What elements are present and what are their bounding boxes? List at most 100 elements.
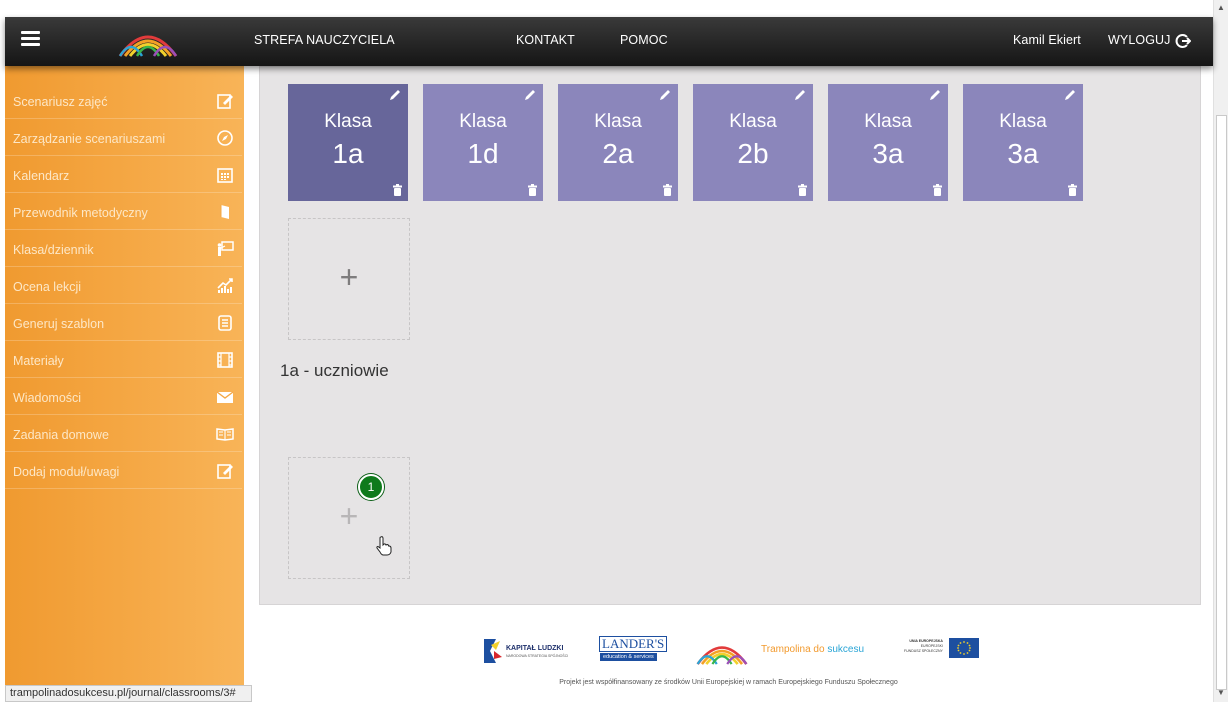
hand-pointer-cursor-icon	[376, 536, 392, 556]
scroll-up-arrow-icon[interactable]: ▲	[1217, 3, 1225, 12]
step-number-badge: 1	[358, 474, 384, 500]
sidebar-item-wiadomosci[interactable]: Wiadomości	[5, 378, 242, 415]
class-tile-label: Klasa	[999, 111, 1047, 132]
trampolina-logo[interactable]	[117, 24, 179, 58]
edit-icon	[217, 94, 233, 109]
trampolina-text-part2: sukcesu	[827, 644, 865, 655]
trampolina-text: Trampolina do sukcesu	[761, 644, 864, 655]
chart-icon	[217, 278, 233, 293]
sidebar-item-generuj[interactable]: Generuj szablon	[5, 304, 242, 341]
sidebar-item-label: Generuj szablon	[13, 317, 105, 331]
logout-icon[interactable]	[1175, 33, 1191, 49]
contact-link[interactable]: KONTAKT	[516, 33, 575, 47]
browser-status-url: trampolinadosukcesu.pl/journal/classroom…	[5, 685, 252, 702]
sidebar-item-klasa-dziennik[interactable]: Klasa/dziennik	[5, 230, 242, 267]
class-tile-2a[interactable]: Klasa 2a	[558, 84, 678, 201]
add-class-button[interactable]: +	[288, 218, 410, 340]
trampolina-text-part1: Trampolina do	[761, 644, 825, 655]
eu-flag-icon	[949, 638, 979, 658]
class-tile-2b[interactable]: Klasa 2b	[693, 84, 813, 201]
edit-pencil-icon[interactable]	[658, 88, 672, 102]
trash-icon[interactable]	[933, 184, 942, 196]
class-tile-code: 3a	[872, 138, 904, 169]
kapital-ludzki-subtext: NARODOWA STRATEGIA SPÓJNOŚCI	[506, 654, 569, 658]
sidebar-item-dodaj-modul[interactable]: Dodaj moduł/uwagi	[5, 452, 242, 489]
teacher-zone-link[interactable]: STREFA NAUCZYCIELA	[254, 33, 395, 47]
trash-icon[interactable]	[663, 184, 672, 196]
top-navigation-bar: STREFA NAUCZYCIELA KONTAKT POMOC Kamil E…	[5, 17, 1213, 66]
logout-link[interactable]: WYLOGUJ	[1108, 33, 1171, 47]
footer: KAPITAŁ LUDZKI NARODOWA STRATEGIA SPÓJNO…	[244, 622, 1213, 702]
funding-statement: Projekt jest współfinansowany ze środków…	[559, 679, 898, 686]
sidebar-item-zadania[interactable]: Zadania domowe	[5, 415, 242, 452]
class-tile-label: Klasa	[729, 111, 777, 132]
edit-pencil-icon[interactable]	[793, 88, 807, 102]
class-tile-1d[interactable]: Klasa 1d	[423, 84, 543, 201]
sidebar-item-label: Wiadomości	[13, 391, 82, 405]
sidebar-item-przewodnik[interactable]: Przewodnik metodyczny	[5, 193, 242, 230]
sidebar-item-label: Dodaj moduł/uwagi	[13, 465, 120, 479]
eu-text: UNIA EUROPEJSKA EUROPEJSKI FUNDUSZ SPOŁE…	[904, 639, 943, 654]
sidebar-item-label: Scenariusz zajęć	[13, 95, 108, 109]
class-tile-label: Klasa	[864, 111, 912, 132]
scrollbar-thumb[interactable]	[1216, 115, 1227, 690]
sidebar-item-label: Przewodnik metodyczny	[13, 206, 148, 220]
note-icon	[217, 464, 233, 479]
trash-icon[interactable]	[798, 184, 807, 196]
film-icon	[217, 352, 233, 368]
sidebar-item-label: Kalendarz	[13, 169, 70, 183]
sidebar-item-materialy[interactable]: Materiały	[5, 341, 242, 378]
add-student-button[interactable]: +	[288, 457, 410, 579]
class-tile-code: 3a	[1007, 138, 1039, 169]
open-book-icon	[216, 428, 234, 441]
sidebar-item-ocena[interactable]: Ocena lekcji	[5, 267, 242, 304]
user-name-link[interactable]: Kamil Ekiert	[1013, 33, 1081, 47]
hamburger-menu-icon[interactable]	[21, 31, 40, 47]
sidebar-item-zarzadzanie[interactable]: Zarządzanie scenariuszami	[5, 119, 242, 156]
page-scrollbar[interactable]: ▲ ▼	[1213, 0, 1228, 702]
scroll-down-arrow-icon[interactable]: ▼	[1217, 688, 1225, 697]
class-tile-label: Klasa	[594, 111, 642, 132]
eu-text-line3: FUNDUSZ SPOŁECZNY	[904, 649, 943, 653]
document-icon	[218, 315, 232, 331]
class-tile-3a-second[interactable]: Klasa 3a	[963, 84, 1083, 201]
class-tile-3a[interactable]: Klasa 3a	[828, 84, 948, 201]
class-tile-code: 1d	[467, 138, 499, 169]
class-tile-label: Klasa	[324, 111, 372, 132]
kapital-ludzki-logo	[484, 639, 502, 663]
sidebar-item-label: Zarządzanie scenariuszami	[13, 132, 166, 146]
sidebar-item-kalendarz[interactable]: Kalendarz	[5, 156, 242, 193]
kapital-ludzki-text: KAPITAŁ LUDZKI	[506, 645, 564, 652]
landers-logo-text: LANDER'S	[599, 636, 668, 652]
sidebar-item-label: Materiały	[13, 354, 64, 368]
main-content: Klasa 1a Klasa 1d Klasa 2a Klasa 2b Klas…	[259, 66, 1201, 605]
calendar-icon	[217, 168, 233, 183]
book-icon	[220, 205, 229, 219]
sidebar-item-scenariusz[interactable]: Scenariusz zajęć	[5, 82, 242, 119]
trampolina-footer-logo	[696, 646, 748, 665]
trash-icon[interactable]	[393, 184, 402, 196]
compass-icon	[217, 130, 233, 146]
edit-pencil-icon[interactable]	[388, 88, 402, 102]
sidebar: Scenariusz zajęć Zarządzanie scenariusza…	[5, 66, 244, 686]
browser-viewport: STREFA NAUCZYCIELA KONTAKT POMOC Kamil E…	[0, 0, 1228, 702]
trash-icon[interactable]	[1068, 184, 1077, 196]
students-section-title: 1a - uczniowie	[280, 361, 389, 380]
envelope-icon	[216, 391, 234, 403]
class-tile-code: 2b	[737, 138, 769, 169]
class-tile-1a[interactable]: Klasa 1a	[288, 84, 408, 201]
sidebar-item-label: Klasa/dziennik	[13, 243, 94, 257]
class-tile-code: 1a	[332, 138, 364, 169]
sidebar-item-label: Ocena lekcji	[13, 280, 82, 294]
help-link[interactable]: POMOC	[620, 33, 668, 47]
sidebar-item-label: Zadania domowe	[13, 428, 109, 442]
landers-subtext: education & services	[600, 653, 657, 661]
edit-pencil-icon[interactable]	[928, 88, 942, 102]
plus-icon: +	[339, 259, 359, 295]
trash-icon[interactable]	[528, 184, 537, 196]
edit-pencil-icon[interactable]	[1063, 88, 1077, 102]
edit-pencil-icon[interactable]	[523, 88, 537, 102]
class-tile-label: Klasa	[459, 111, 507, 132]
class-tile-code: 2a	[602, 138, 634, 169]
plus-icon: +	[339, 498, 359, 534]
